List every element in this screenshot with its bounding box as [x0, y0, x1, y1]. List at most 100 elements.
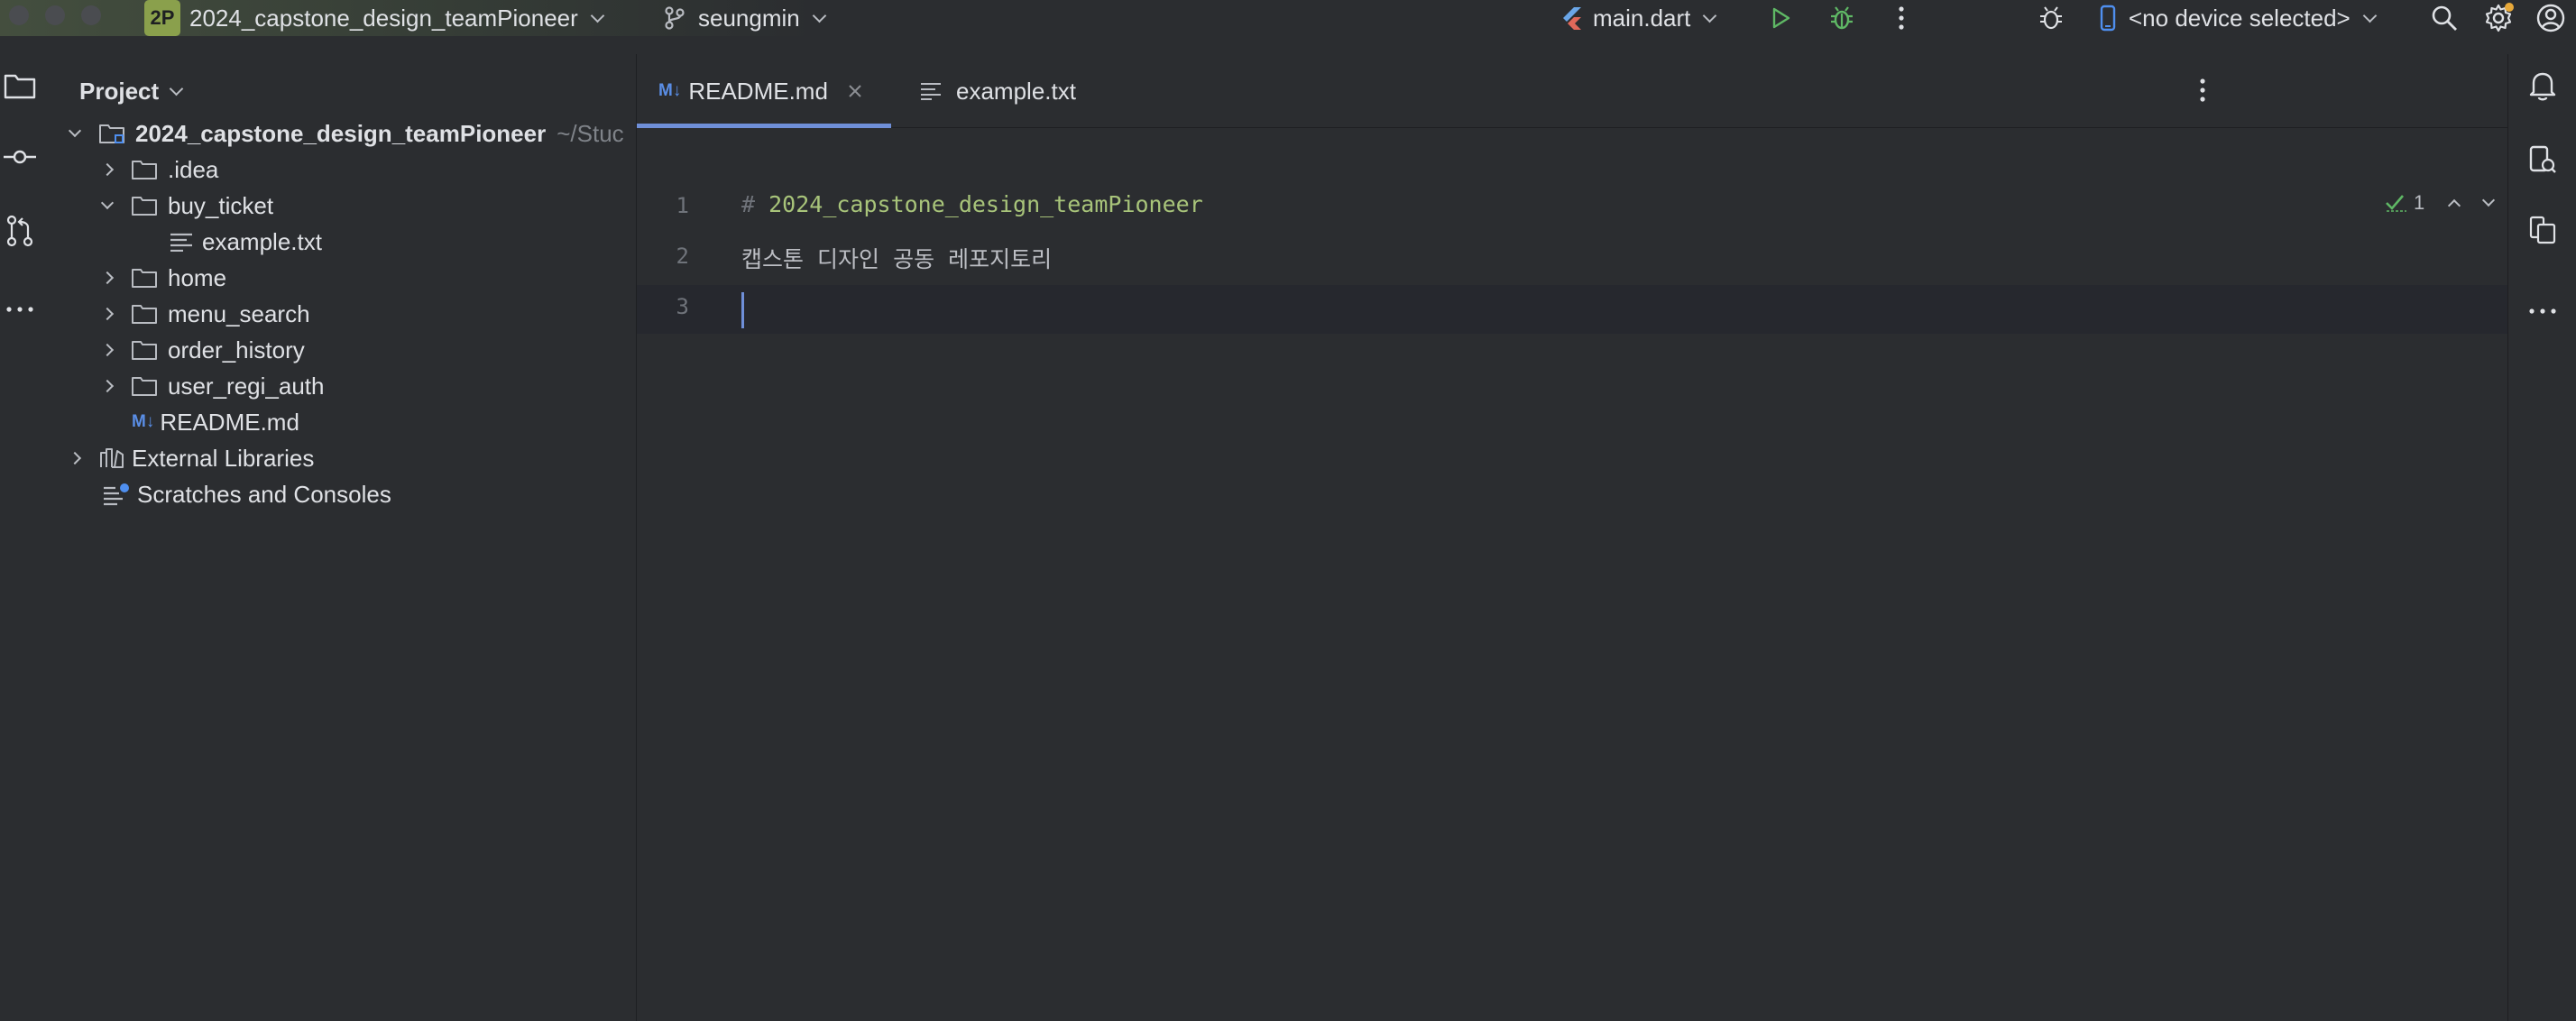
caret-down-icon — [68, 124, 82, 138]
run-config-selector[interactable]: main.dart — [1560, 0, 1717, 36]
caret-right-icon — [100, 271, 115, 285]
folder-icon — [132, 161, 157, 179]
tree-item-order-history[interactable]: order_history — [100, 332, 305, 368]
more-horizontal-icon — [2529, 308, 2556, 314]
caret-right-icon — [100, 379, 115, 393]
commit-tool-button[interactable] — [4, 148, 36, 170]
tab-options-button[interactable] — [2199, 78, 2206, 107]
more-vertical-icon — [2200, 78, 2205, 102]
tab-example-txt[interactable]: example.txt — [913, 54, 1076, 128]
running-devices-button[interactable] — [2528, 215, 2557, 250]
user-icon — [2536, 4, 2565, 32]
tree-item-idea[interactable]: .idea — [100, 152, 219, 188]
device-manager-icon — [2529, 145, 2556, 173]
tree-item-buy-ticket[interactable]: buy_ticket — [100, 188, 274, 224]
branch-switcher[interactable]: seungmin — [662, 0, 827, 36]
chevron-down-icon[interactable] — [2482, 193, 2496, 207]
library-icon — [100, 448, 124, 468]
project-switcher[interactable]: 2P 2024_capstone_design_teamPioneer — [144, 0, 605, 36]
line-number: 3 — [676, 294, 689, 319]
project-name: 2024_capstone_design_teamPioneer — [189, 4, 578, 32]
text-file-icon — [170, 233, 192, 252]
tab-label: example.txt — [956, 77, 1076, 105]
pull-request-icon — [6, 215, 33, 247]
phone-icon — [2100, 5, 2116, 32]
run-config-name: main.dart — [1593, 4, 1691, 32]
inspection-widget[interactable]: 1 — [2385, 191, 2496, 215]
minimize-window-button[interactable] — [45, 5, 65, 25]
scratches-icon — [104, 483, 129, 506]
tree-item-label: home — [168, 263, 227, 291]
account-button[interactable] — [2535, 2, 2567, 34]
project-panel: Project 2024_capstone_design_teamPioneer… — [56, 54, 637, 1021]
text-file-icon — [921, 83, 941, 100]
tree-root[interactable]: 2024_capstone_design_teamPioneer ~/Stuc — [68, 115, 624, 152]
root-name: 2024_capstone_design_teamPioneer — [135, 119, 547, 147]
notifications-button[interactable] — [2528, 70, 2557, 106]
chevron-down-icon — [590, 8, 605, 23]
flutter-inspector-button[interactable] — [2035, 2, 2067, 34]
more-actions-button[interactable] — [1885, 2, 1918, 34]
right-tool-strip — [2507, 54, 2576, 1021]
tree-item-label: example.txt — [202, 227, 322, 255]
code-line-1: # 2024_capstone_design_teamPioneer — [741, 191, 1203, 217]
tree-item-scratches[interactable]: Scratches and Consoles — [103, 476, 391, 512]
pull-requests-tool-button[interactable] — [5, 215, 34, 252]
project-tool-button[interactable] — [4, 72, 36, 104]
tree-item-menu-search[interactable]: menu_search — [100, 296, 310, 332]
tree-item-label: buy_ticket — [168, 191, 274, 219]
line-number: 1 — [676, 193, 689, 218]
maximize-window-button[interactable] — [81, 5, 101, 25]
code-editor[interactable]: 1 # 2024_capstone_design_teamPioneer 2 캡… — [637, 128, 2507, 1021]
more-tools-button[interactable] — [5, 301, 34, 317]
more-tools-button[interactable] — [2528, 303, 2557, 319]
tree-item-readme[interactable]: M↓ README.md — [132, 404, 299, 440]
search-icon — [2432, 5, 2457, 31]
close-window-button[interactable] — [9, 5, 29, 25]
tree-item-example-txt[interactable]: example.txt — [170, 224, 322, 260]
run-button[interactable] — [1764, 2, 1797, 34]
line-number: 2 — [676, 244, 689, 269]
debug-button[interactable] — [1826, 2, 1858, 34]
device-selector[interactable]: <no device selected> — [2100, 0, 2378, 36]
chevron-down-icon — [1703, 8, 1717, 23]
commit-icon — [4, 150, 36, 164]
caret-right-icon — [68, 451, 82, 465]
tab-label: README.md — [688, 77, 828, 105]
editor-area: M↓ README.md example.txt 1 # 2024_capsto… — [637, 54, 2507, 1021]
search-button[interactable] — [2428, 2, 2461, 34]
module-folder-icon — [99, 124, 124, 143]
title-bar: 2P 2024_capstone_design_teamPioneer seun… — [0, 0, 2576, 36]
branch-name: seungmin — [698, 4, 800, 32]
more-vertical-icon — [1899, 6, 1904, 30]
bug-settings-icon — [2040, 6, 2062, 30]
close-icon[interactable] — [848, 84, 862, 98]
tab-readme[interactable]: M↓ README.md — [637, 54, 891, 128]
tree-item-label: README.md — [160, 408, 299, 436]
markdown-heading-text: 2024_capstone_design_teamPioneer — [768, 191, 1203, 217]
tree-item-label: order_history — [168, 336, 305, 363]
project-panel-header[interactable]: Project — [79, 78, 184, 106]
editor-tabs: M↓ README.md example.txt — [637, 54, 2507, 128]
tree-item-external-libraries[interactable]: External Libraries — [68, 440, 315, 476]
tree-item-user-regi-auth[interactable]: user_regi_auth — [100, 368, 325, 404]
tree-item-label: .idea — [168, 155, 219, 183]
tree-item-label: user_regi_auth — [168, 372, 325, 400]
text-caret — [741, 292, 744, 328]
running-devices-icon — [2529, 216, 2556, 244]
tree-item-home[interactable]: home — [100, 260, 227, 296]
bug-icon — [1831, 6, 1853, 30]
device-name: <no device selected> — [2129, 4, 2351, 32]
tree-item-label: External Libraries — [132, 444, 315, 472]
current-line-highlight — [637, 285, 2507, 334]
settings-button[interactable] — [2482, 2, 2515, 34]
project-panel-title: Project — [79, 78, 160, 105]
markdown-icon: M↓ — [132, 412, 155, 431]
more-horizontal-icon — [6, 307, 33, 312]
folder-icon — [132, 305, 157, 324]
tree-item-label: menu_search — [168, 299, 310, 327]
device-manager-button[interactable] — [2528, 144, 2557, 179]
left-tool-strip — [0, 54, 43, 1021]
chevron-up-icon[interactable] — [2448, 198, 2461, 213]
chevron-down-icon — [2362, 8, 2378, 23]
